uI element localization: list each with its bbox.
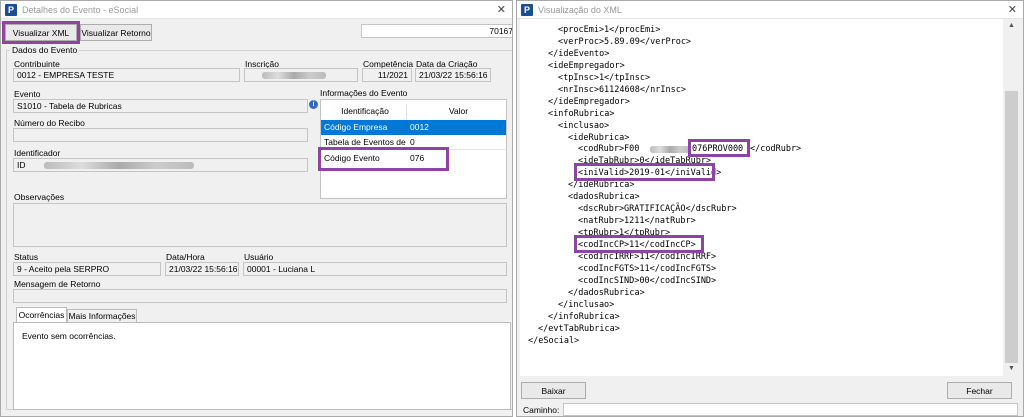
scroll-down-icon[interactable]: ▼ xyxy=(1003,362,1020,376)
xml-line: <nrInsc>61124608</nrInsc> xyxy=(558,85,686,95)
app-logo-icon: P xyxy=(5,3,17,16)
xml-line: 076PROV000 xyxy=(692,144,744,154)
info-header-valor[interactable]: Valor xyxy=(407,104,507,119)
right-titlebar: P Visualização do XML ✕ xyxy=(517,1,1023,19)
info-evento-title: Informações do Evento xyxy=(320,88,408,98)
contribuinte-field[interactable]: 0012 - EMPRESA TESTE xyxy=(13,68,240,82)
fechar-button[interactable]: Fechar xyxy=(947,382,1012,399)
info-evento-table: Identificação Valor Código Empresa 0012 … xyxy=(320,99,507,199)
xml-line: <verProc>5.89.09</verProc> xyxy=(558,37,692,47)
info-row-id[interactable]: Código Evento xyxy=(321,151,407,166)
status-field[interactable]: 9 - Aceito pela SERPRO xyxy=(13,262,161,276)
usuario-field[interactable]: 00001 - Luciana L xyxy=(243,262,507,276)
identificador-label: Identificador xyxy=(14,148,61,158)
xml-line: </infoRubrica> xyxy=(548,312,620,322)
identificador-prefix: ID xyxy=(17,160,26,170)
close-icon[interactable]: ✕ xyxy=(497,3,506,16)
data-criacao-field[interactable]: 21/03/22 15:56:16 xyxy=(415,68,491,82)
scroll-thumb[interactable] xyxy=(1005,91,1018,363)
numero-recibo-label: Número do Recibo xyxy=(14,118,85,128)
evento-field[interactable]: S1010 - Tabela de Rubricas xyxy=(13,99,308,113)
event-details-window: P Detalhes do Evento - eSocial ✕ Visuali… xyxy=(0,0,513,417)
xml-line: <procEmi>1</procEmi> xyxy=(558,25,661,35)
blurred-inscricao xyxy=(262,72,326,80)
right-window-title: Visualização do XML xyxy=(538,4,622,15)
blurred-codrubr xyxy=(650,146,690,153)
inscricao-field[interactable] xyxy=(244,68,358,82)
top-code-field: 70167 xyxy=(361,24,513,38)
baixar-button[interactable]: Baixar xyxy=(521,382,586,399)
xml-line: <codRubr>F00 xyxy=(578,144,640,154)
info-row-val: 0012 xyxy=(410,122,429,132)
xml-line: <inclusao> xyxy=(558,121,610,131)
visualizar-retorno-button[interactable]: Visualizar Retorno xyxy=(80,24,152,41)
xml-line: </evtTabRubrica> xyxy=(538,324,620,334)
xml-line: <ideTabRubr>0</ideTabRubr> xyxy=(578,156,712,166)
caminho-field[interactable] xyxy=(563,403,1018,416)
xml-line: <natRubr>1211</natRubr> xyxy=(578,216,696,226)
xml-line: <codIncCP>11</codIncCP> xyxy=(578,240,696,250)
xml-line: <codIncSIND>00</codIncSIND> xyxy=(578,276,717,286)
xml-line: <ideEmpregador> xyxy=(548,61,625,71)
xml-line: <iniValid>2019-01</iniValid> xyxy=(578,168,722,178)
visualizar-xml-button[interactable]: Visualizar XML xyxy=(5,24,77,41)
ocorrencias-panel: Evento sem ocorrências. xyxy=(13,322,511,410)
info-header-identificacao[interactable]: Identificação xyxy=(321,104,407,119)
xml-line: </ideEmpregador> xyxy=(548,97,630,107)
observacoes-label: Observações xyxy=(14,192,65,202)
identificador-field[interactable]: ID xyxy=(13,158,308,172)
info-row-id[interactable]: Tabela de Eventos de F xyxy=(321,135,407,150)
info-icon: i xyxy=(309,100,318,109)
competencia-field[interactable]: 11/2021 xyxy=(362,68,412,82)
xml-content-area[interactable]: <procEmi>1</procEmi> <verProc>5.89.09</v… xyxy=(520,19,1006,376)
left-window-title: Detalhes do Evento - eSocial xyxy=(22,4,139,15)
status-label: Status xyxy=(14,252,39,262)
xml-line: <codIncFGTS>11</codIncFGTS> xyxy=(578,264,717,274)
mensagem-retorno-label: Mensagem de Retorno xyxy=(14,279,101,289)
tab-mais-informacoes[interactable]: Mais Informações xyxy=(67,309,137,323)
xml-line: </dadosRubrica> xyxy=(568,288,645,298)
numero-recibo-field[interactable] xyxy=(13,128,308,142)
xml-line: <tpInsc>1</tpInsc> xyxy=(558,73,651,83)
tab-ocorrencias[interactable]: Ocorrências xyxy=(16,307,67,323)
xml-line: <infoRubrica> xyxy=(548,109,615,119)
observacoes-field[interactable] xyxy=(13,203,507,247)
xml-line: <dscRubr>GRATIFICAÇÃO</dscRubr> xyxy=(578,204,737,214)
xml-line: </ideEvento> xyxy=(548,49,610,59)
competencia-value: 11/2021 xyxy=(377,70,408,80)
datahora-field[interactable]: 21/03/22 15:56:16 xyxy=(165,262,239,276)
dados-evento-title: Dados do Evento xyxy=(10,45,80,55)
xml-line: <dadosRubrica> xyxy=(568,192,640,202)
xml-line: </eSocial> xyxy=(528,336,580,346)
left-titlebar: P Detalhes do Evento - eSocial ✕ xyxy=(1,1,512,19)
info-row-id: Código Empresa xyxy=(324,122,388,132)
close-icon[interactable]: ✕ xyxy=(1008,3,1017,16)
xml-line: </inclusao> xyxy=(558,300,615,310)
top-code-value: 70167 xyxy=(489,26,513,36)
mensagem-retorno-field[interactable] xyxy=(13,289,507,303)
xml-line: </codRubr> xyxy=(750,144,802,154)
ocorrencias-text: Evento sem ocorrências. xyxy=(22,331,116,341)
evento-label: Evento xyxy=(14,89,41,99)
info-row-val[interactable]: 076 xyxy=(407,151,506,166)
caminho-label: Caminho: xyxy=(523,405,560,415)
xml-line: <tpRubr>1</tpRubr> xyxy=(578,228,671,238)
xml-line: <codIncIRRF>11</codIncIRRF> xyxy=(578,252,717,262)
xml-line: </ideRubrica> xyxy=(568,180,635,190)
blurred-identificador xyxy=(43,162,194,170)
scroll-up-icon[interactable]: ▲ xyxy=(1003,19,1020,33)
datahora-label: Data/Hora xyxy=(166,252,205,262)
usuario-label: Usuário xyxy=(244,252,274,262)
vertical-scrollbar[interactable]: ▲ ▼ xyxy=(1003,19,1020,376)
app-logo-icon: P xyxy=(521,3,533,16)
info-row-val[interactable]: 0 xyxy=(407,135,506,150)
xml-viewer-window: P Visualização do XML ✕ <procEmi>1</proc… xyxy=(516,0,1024,417)
